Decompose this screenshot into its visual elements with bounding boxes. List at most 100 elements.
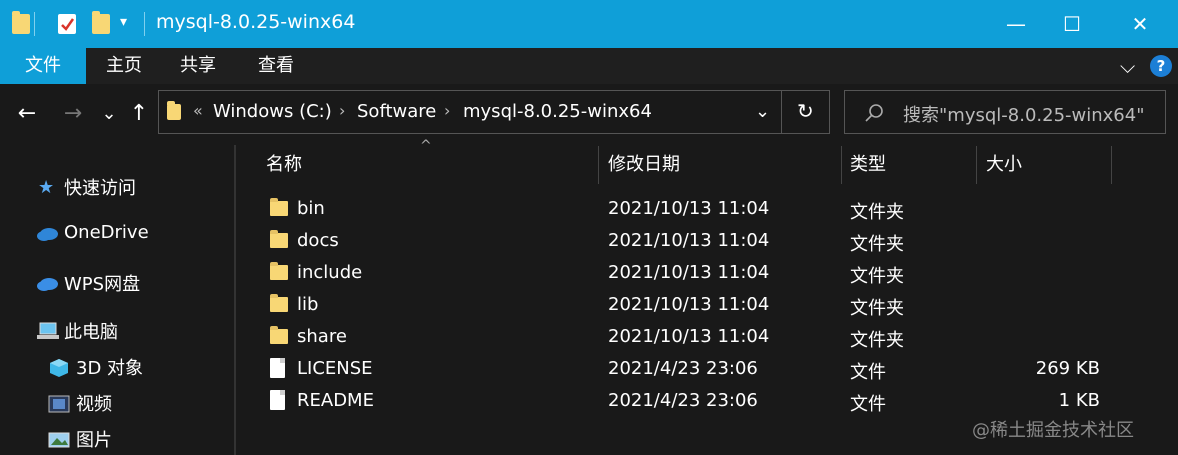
cube-icon	[48, 358, 70, 377]
divider	[144, 12, 145, 36]
column-divider[interactable]	[976, 146, 977, 184]
file-date: 2021/10/13 11:04	[608, 326, 770, 347]
file-type: 文件	[850, 362, 886, 383]
breadcrumb-separator[interactable]: ›	[444, 101, 450, 120]
breadcrumb-drive[interactable]: Windows (C:)	[213, 101, 332, 122]
sidebar-item-label: 此电脑	[64, 322, 118, 343]
column-divider[interactable]	[598, 146, 599, 184]
computer-icon	[36, 322, 59, 340]
tab-view[interactable]: 查看	[248, 48, 304, 84]
sidebar-item-label: 快速访问	[64, 178, 136, 199]
sidebar-scrollbar[interactable]	[234, 145, 236, 455]
file-row[interactable]: LICENSE 2021/4/23 23:06 文件 269 KB	[250, 354, 1130, 386]
sidebar-item-videos[interactable]: 视频	[48, 390, 112, 416]
sidebar-item-quick-access[interactable]: ★ 快速访问	[36, 174, 136, 200]
search-input[interactable]: 搜索"mysql-8.0.25-winx64"	[903, 101, 1144, 127]
sidebar-item-label: WPS网盘	[64, 274, 141, 295]
minimize-button[interactable]: —	[988, 0, 1044, 48]
file-type: 文件夹	[850, 330, 904, 351]
file-date: 2021/10/13 11:04	[608, 262, 770, 283]
file-date: 2021/10/13 11:04	[608, 230, 770, 251]
divider	[781, 91, 782, 133]
sidebar-item-onedrive[interactable]: OneDrive	[36, 222, 149, 243]
column-header-name[interactable]: 名称	[266, 150, 302, 176]
file-type: 文件夹	[850, 202, 904, 223]
file-type: 文件	[850, 394, 886, 415]
properties-icon[interactable]	[58, 14, 76, 34]
file-name: share	[297, 326, 347, 347]
column-header-type[interactable]: 类型	[850, 150, 886, 176]
tab-file[interactable]: 文件	[0, 48, 86, 84]
file-icon	[270, 358, 285, 378]
sidebar-item-label: 视频	[76, 394, 112, 415]
file-type: 文件夹	[850, 234, 904, 255]
sidebar-item-label: 图片	[76, 430, 112, 451]
up-button[interactable]: ↑	[122, 96, 156, 130]
file-date: 2021/4/23 23:06	[608, 390, 758, 411]
breadcrumb-current[interactable]: mysql-8.0.25-winx64	[463, 101, 652, 122]
maximize-button[interactable]: ☐	[1044, 0, 1100, 48]
file-name: README	[297, 390, 374, 411]
breadcrumb-overflow[interactable]: «	[193, 101, 203, 120]
file-row[interactable]: docs 2021/10/13 11:04 文件夹	[250, 226, 1130, 258]
recent-locations-button[interactable]: ⌄	[92, 96, 126, 130]
ribbon-expand-icon[interactable]: ⌵	[1120, 54, 1135, 78]
breadcrumb-software[interactable]: Software	[357, 101, 436, 122]
breadcrumb-separator[interactable]: ›	[339, 101, 345, 120]
column-header-date[interactable]: 修改日期	[608, 150, 680, 176]
back-button[interactable]: ←	[10, 96, 44, 130]
file-row[interactable]: README 2021/4/23 23:06 文件 1 KB	[250, 386, 1130, 418]
forward-button[interactable]: →	[56, 96, 90, 130]
file-name: docs	[297, 230, 339, 251]
file-row[interactable]: lib 2021/10/13 11:04 文件夹	[250, 290, 1130, 322]
file-name: LICENSE	[297, 358, 373, 379]
tab-share[interactable]: 共享	[170, 48, 226, 84]
file-name: lib	[297, 294, 319, 315]
folder-icon	[270, 294, 288, 312]
file-date: 2021/4/23 23:06	[608, 358, 758, 379]
column-header-size[interactable]: 大小	[986, 150, 1022, 176]
file-type: 文件夹	[850, 298, 904, 319]
folder-icon	[270, 230, 288, 248]
close-button[interactable]: ✕	[1112, 0, 1168, 48]
video-icon	[48, 394, 70, 413]
window-title: mysql-8.0.25-winx64	[156, 11, 356, 33]
column-divider[interactable]	[841, 146, 842, 184]
folder-icon	[167, 101, 181, 120]
file-type: 文件夹	[850, 266, 904, 287]
sidebar-item-label: 3D 对象	[76, 358, 144, 379]
file-size: 269 KB	[1035, 358, 1100, 379]
column-divider[interactable]	[1111, 146, 1112, 184]
file-row[interactable]: share 2021/10/13 11:04 文件夹	[250, 322, 1130, 354]
help-icon[interactable]: ?	[1150, 55, 1172, 77]
refresh-button[interactable]: ↻	[797, 99, 814, 123]
file-date: 2021/10/13 11:04	[608, 198, 770, 219]
sidebar-item-pictures[interactable]: 图片	[48, 426, 112, 452]
file-icon	[270, 390, 285, 410]
sidebar-item-this-pc[interactable]: 此电脑	[36, 318, 118, 344]
sidebar-item-3d-objects[interactable]: 3D 对象	[48, 354, 143, 380]
picture-icon	[48, 430, 70, 448]
file-row[interactable]: bin 2021/10/13 11:04 文件夹	[250, 194, 1130, 226]
file-row[interactable]: include 2021/10/13 11:04 文件夹	[250, 258, 1130, 290]
watermark: @稀土掘金技术社区	[972, 420, 1134, 441]
search-icon	[865, 104, 883, 122]
quick-access-dropdown-icon[interactable]: ▾	[120, 14, 127, 30]
address-dropdown-icon[interactable]: ⌄	[755, 101, 770, 122]
tab-home[interactable]: 主页	[96, 48, 152, 84]
file-size: 1 KB	[1058, 390, 1100, 411]
sidebar-item-label: OneDrive	[64, 222, 149, 243]
divider	[34, 12, 35, 36]
cloud-icon	[36, 224, 58, 242]
new-folder-icon[interactable]	[92, 11, 110, 34]
sidebar-item-wps[interactable]: WPS网盘	[36, 270, 140, 296]
star-icon: ★	[38, 177, 55, 198]
folder-icon	[270, 326, 288, 344]
address-bar[interactable]: « Windows (C:) › Software › mysql-8.0.25…	[158, 90, 830, 134]
file-date: 2021/10/13 11:04	[608, 294, 770, 315]
folder-icon	[270, 198, 288, 216]
cloud-icon	[36, 274, 58, 292]
folder-icon	[270, 262, 288, 280]
folder-icon[interactable]	[12, 11, 30, 34]
search-box[interactable]: 搜索"mysql-8.0.25-winx64"	[844, 90, 1166, 134]
